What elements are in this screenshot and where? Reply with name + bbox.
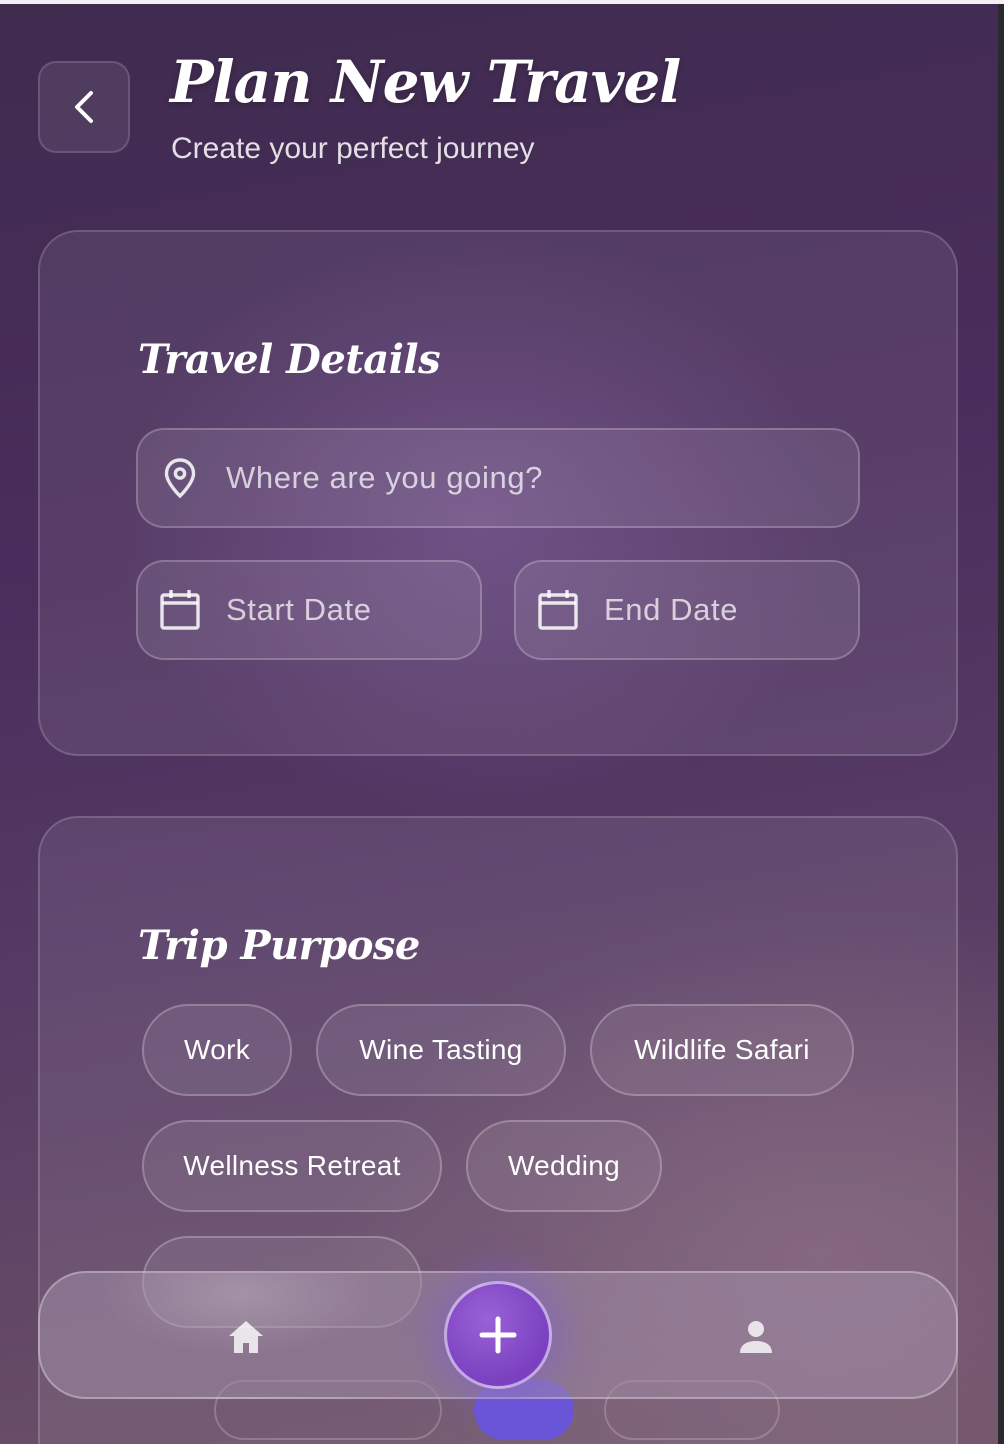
chevron-left-icon	[75, 91, 93, 123]
add-travel-button[interactable]	[444, 1281, 552, 1389]
plus-icon	[479, 1316, 517, 1354]
back-button[interactable]	[38, 61, 130, 153]
calendar-icon	[160, 590, 200, 630]
travel-details-card: Travel Details	[38, 230, 958, 756]
purpose-chip-wildlife-safari[interactable]: Wildlife Safari	[590, 1004, 854, 1096]
calendar-icon	[538, 590, 578, 630]
travel-details-heading: Travel Details	[138, 336, 441, 383]
location-pin-icon	[164, 458, 196, 499]
plan-travel-screen: Plan New Travel Create your perfect jour…	[0, 4, 998, 1444]
page-subtitle: Create your perfect journey	[171, 132, 535, 165]
purpose-chip-wine-tasting[interactable]: Wine Tasting	[316, 1004, 566, 1096]
home-icon[interactable]	[224, 1315, 268, 1359]
end-date-input[interactable]	[604, 592, 858, 628]
start-date-field[interactable]	[136, 560, 482, 660]
purpose-chip-work[interactable]: Work	[142, 1004, 292, 1096]
destination-input[interactable]	[226, 460, 858, 496]
page-title: Plan New Travel	[170, 48, 681, 116]
person-icon[interactable]	[734, 1315, 778, 1359]
trip-purpose-heading: Trip Purpose	[138, 922, 420, 969]
window-edge	[998, 4, 1004, 1444]
end-date-field[interactable]	[514, 560, 860, 660]
purpose-chip-wellness-retreat[interactable]: Wellness Retreat	[142, 1120, 442, 1212]
purpose-chip-wedding[interactable]: Wedding	[466, 1120, 662, 1212]
destination-field[interactable]	[136, 428, 860, 528]
start-date-input[interactable]	[226, 592, 480, 628]
